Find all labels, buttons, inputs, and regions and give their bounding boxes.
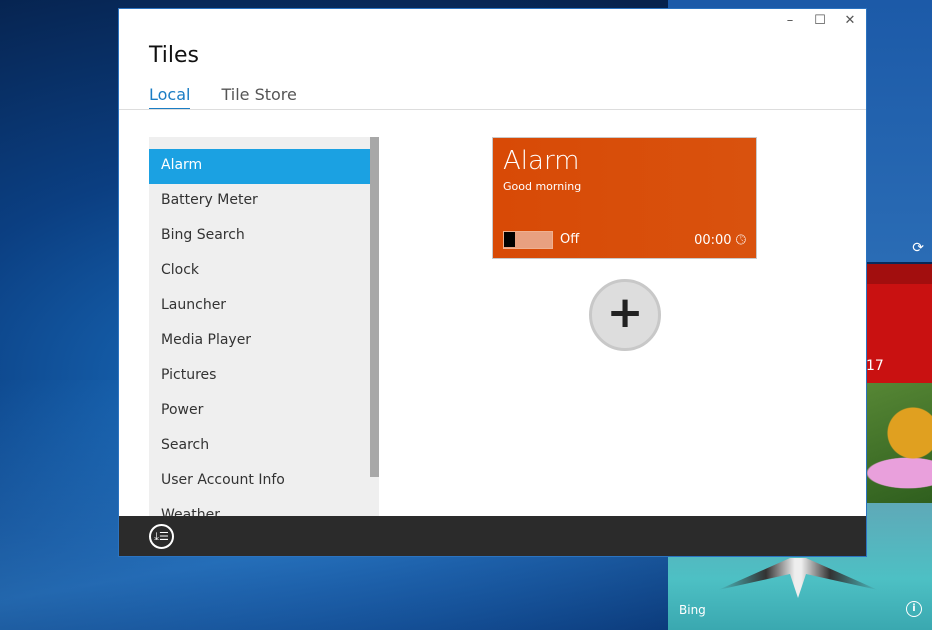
tab-local[interactable]: Local [149, 85, 191, 110]
list-item[interactable]: Launcher [149, 289, 379, 324]
tab-tile-store[interactable]: Tile Store [221, 85, 296, 110]
list-item[interactable]: Pictures [149, 359, 379, 394]
list-item[interactable]: Alarm [149, 149, 379, 184]
list-item[interactable]: Bing Search [149, 219, 379, 254]
list-item[interactable]: Media Player [149, 324, 379, 359]
bing-label: Bing [679, 603, 706, 617]
info-icon[interactable]: i [906, 601, 922, 617]
tile-subtitle: Good morning [503, 180, 582, 193]
toggle-label: Off [560, 232, 580, 247]
list-item[interactable]: Search [149, 429, 379, 464]
close-button[interactable]: ✕ [842, 13, 858, 28]
list-item[interactable]: Power [149, 394, 379, 429]
alarm-time: 00:00 🕓︎ [694, 233, 746, 248]
maximize-button[interactable]: ☐ [812, 13, 828, 28]
red-tile-text: 17 [866, 358, 884, 374]
list-item[interactable]: Clock [149, 254, 379, 289]
page-title: Tiles [149, 43, 199, 68]
list-scrollbar[interactable] [370, 137, 379, 477]
tiles-window: – ☐ ✕ Tiles Local Tile Store Alarm Batte… [118, 8, 867, 557]
alarm-tile-preview[interactable]: Alarm Good morning Off 00:00 🕓︎ [492, 137, 757, 259]
list-item[interactable]: Battery Meter [149, 184, 379, 219]
tile-title: Alarm [503, 146, 580, 176]
bird-image [718, 558, 878, 598]
sort-list-icon[interactable]: ⤓☰ [149, 524, 174, 549]
add-tile-button[interactable]: + [589, 279, 661, 351]
list-item[interactable]: Weather [149, 499, 379, 517]
tile-list: Alarm Battery Meter Bing Search Clock La… [149, 137, 379, 517]
minimize-button[interactable]: – [782, 13, 798, 28]
alarm-toggle[interactable] [503, 231, 553, 249]
list-item[interactable]: User Account Info [149, 464, 379, 499]
clock-icon: 🕓︎ [735, 233, 746, 248]
bottom-app-bar: ⤓☰ [119, 516, 866, 556]
tab-divider [119, 109, 866, 110]
sync-icon: ⟳ [912, 240, 924, 256]
time-text: 00:00 [694, 233, 732, 248]
